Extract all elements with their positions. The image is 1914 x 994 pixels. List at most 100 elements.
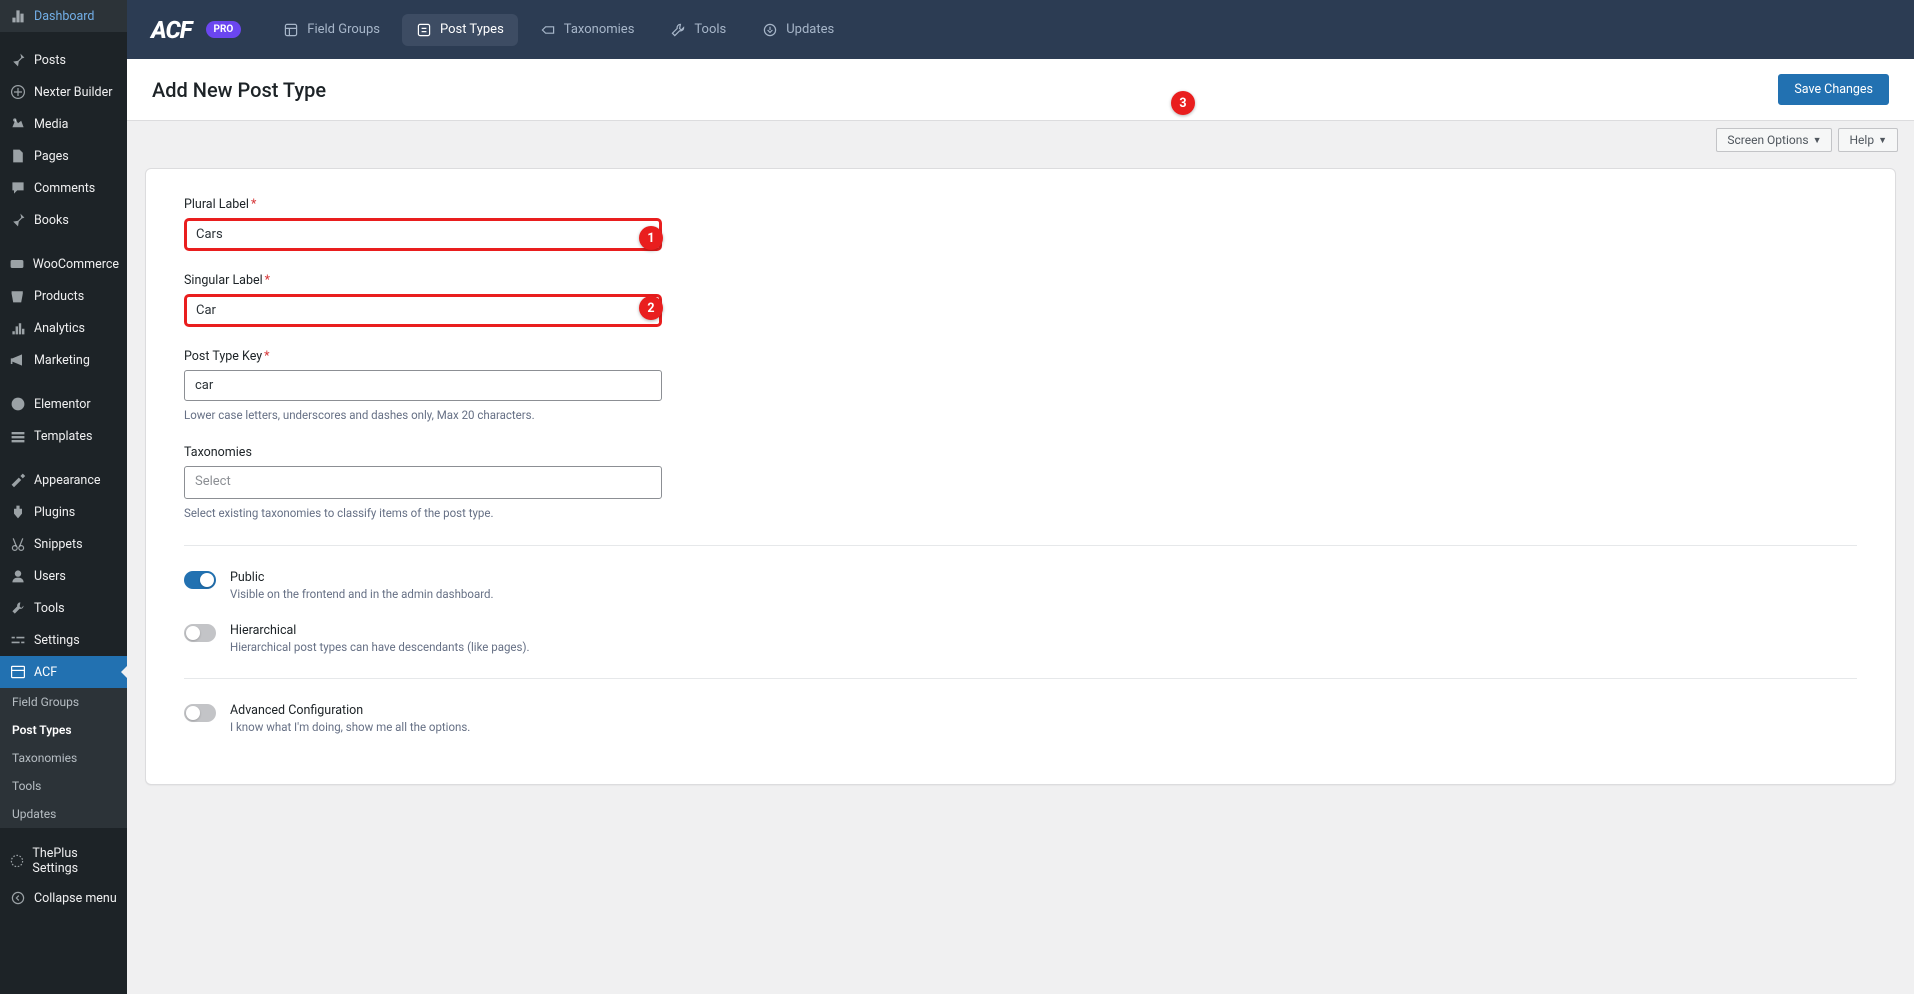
main-area: ACF PRO Field Groups Post Types Taxonomi…	[127, 0, 1914, 994]
pin-icon	[8, 210, 28, 230]
page-header: Add New Post Type Save Changes 3	[127, 59, 1914, 121]
form-panel: Plural Label* 1 Singular Label* 2 Post T…	[145, 168, 1896, 785]
save-changes-button[interactable]: Save Changes	[1778, 74, 1889, 105]
screen-options-button[interactable]: Screen Options▼	[1716, 128, 1832, 152]
label-text: Post Type Key	[184, 349, 262, 364]
sidebar-item-tools[interactable]: Tools	[0, 592, 127, 624]
singular-label-label: Singular Label*	[184, 273, 662, 288]
taxonomies-select[interactable]: Select	[184, 466, 662, 499]
post-type-key-input[interactable]	[184, 370, 662, 401]
plugins-icon	[8, 502, 28, 522]
label-text: Singular Label	[184, 273, 263, 288]
sidebar-label: Media	[34, 117, 68, 132]
singular-label-input[interactable]	[184, 294, 662, 327]
tools-icon	[8, 598, 28, 618]
tab-updates[interactable]: Updates	[748, 14, 848, 46]
advanced-toggle[interactable]	[184, 704, 216, 722]
sidebar-label: Posts	[34, 53, 66, 68]
toggle-hierarchical: Hierarchical Hierarchical post types can…	[184, 623, 1857, 654]
sidebar-item-acf[interactable]: ACF	[0, 656, 127, 688]
submenu-label: Updates	[12, 807, 56, 821]
utility-row: Screen Options▼ Help ▼	[127, 121, 1914, 152]
sidebar-item-products[interactable]: Products	[0, 280, 127, 312]
sidebar-item-templates[interactable]: Templates	[0, 420, 127, 452]
tab-label: Updates	[786, 22, 834, 37]
sidebar-item-snippets[interactable]: Snippets	[0, 528, 127, 560]
tab-post-types[interactable]: Post Types	[402, 14, 518, 46]
analytics-icon	[8, 318, 28, 338]
taxonomies-help-text: Select existing taxonomies to classify i…	[184, 505, 662, 521]
updates-icon	[762, 22, 778, 38]
product-icon	[8, 286, 28, 306]
sidebar-item-settings[interactable]: Settings	[0, 624, 127, 656]
woo-icon	[8, 254, 27, 274]
sidebar-label: ACF	[34, 665, 57, 680]
tools-icon	[670, 22, 686, 38]
submenu-post-types[interactable]: Post Types	[0, 716, 127, 744]
submenu-field-groups[interactable]: Field Groups	[0, 688, 127, 716]
dashboard-icon	[8, 6, 28, 26]
admin-sidebar: Dashboard Posts Nexter Builder Media Pag…	[0, 0, 127, 994]
field-plural-label: Plural Label*	[184, 197, 662, 251]
tab-field-groups[interactable]: Field Groups	[269, 14, 394, 46]
sidebar-item-collapse[interactable]: Collapse menu	[0, 882, 127, 914]
page-icon	[8, 146, 28, 166]
marketing-icon	[8, 350, 28, 370]
chevron-down-icon: ▼	[1878, 135, 1887, 146]
annotation-badge-1: 1	[639, 226, 663, 250]
sidebar-item-pages[interactable]: Pages	[0, 140, 127, 172]
templates-icon	[8, 426, 28, 446]
public-toggle[interactable]	[184, 571, 216, 589]
submenu-tools[interactable]: Tools	[0, 772, 127, 800]
required-marker: *	[264, 349, 269, 364]
sidebar-item-comments[interactable]: Comments	[0, 172, 127, 204]
field-groups-icon	[283, 22, 299, 38]
snippets-icon	[8, 534, 28, 554]
help-button[interactable]: Help ▼	[1838, 128, 1898, 152]
util-label: Help	[1849, 133, 1874, 147]
tab-label: Tools	[694, 22, 726, 37]
sidebar-label: Settings	[34, 633, 80, 648]
chevron-down-icon: ▼	[1813, 135, 1822, 146]
divider	[184, 678, 1857, 679]
acf-topbar: ACF PRO Field Groups Post Types Taxonomi…	[127, 0, 1914, 59]
sidebar-label: ThePlus Settings	[32, 846, 119, 876]
plural-label-input[interactable]	[184, 218, 662, 251]
key-help-text: Lower case letters, underscores and dash…	[184, 407, 662, 423]
sidebar-item-books[interactable]: Books	[0, 204, 127, 236]
tab-taxonomies[interactable]: Taxonomies	[526, 14, 649, 46]
sidebar-item-analytics[interactable]: Analytics	[0, 312, 127, 344]
post-types-icon	[416, 22, 432, 38]
sidebar-item-nexter[interactable]: Nexter Builder	[0, 76, 127, 108]
sidebar-item-posts[interactable]: Posts	[0, 44, 127, 76]
required-marker: *	[265, 273, 270, 288]
sidebar-label: Appearance	[34, 473, 101, 488]
label-text: Plural Label	[184, 197, 249, 212]
sidebar-label: Products	[34, 289, 84, 304]
sidebar-item-elementor[interactable]: Elementor	[0, 388, 127, 420]
sidebar-item-dashboard[interactable]: Dashboard	[0, 0, 127, 32]
sidebar-item-woocommerce[interactable]: WooCommerce	[0, 248, 127, 280]
taxonomies-label: Taxonomies	[184, 445, 662, 460]
sidebar-item-media[interactable]: Media	[0, 108, 127, 140]
sidebar-item-theplus[interactable]: ThePlus Settings	[0, 840, 127, 882]
hierarchical-toggle[interactable]	[184, 624, 216, 642]
tab-tools[interactable]: Tools	[656, 14, 740, 46]
public-toggle-label: Public	[230, 570, 494, 585]
advanced-toggle-label: Advanced Configuration	[230, 703, 470, 718]
page-title: Add New Post Type	[152, 78, 326, 102]
sidebar-item-users[interactable]: Users	[0, 560, 127, 592]
users-icon	[8, 566, 28, 586]
submenu-updates[interactable]: Updates	[0, 800, 127, 828]
nexter-icon	[8, 82, 28, 102]
sidebar-label: Plugins	[34, 505, 75, 520]
advanced-toggle-desc: I know what I'm doing, show me all the o…	[230, 720, 470, 734]
sidebar-item-appearance[interactable]: Appearance	[0, 464, 127, 496]
sidebar-item-marketing[interactable]: Marketing	[0, 344, 127, 376]
acf-logo: ACF	[151, 16, 192, 44]
submenu-taxonomies[interactable]: Taxonomies	[0, 744, 127, 772]
field-taxonomies: Taxonomies Select Select existing taxono…	[184, 445, 662, 521]
media-icon	[8, 114, 28, 134]
sidebar-label: Nexter Builder	[34, 85, 112, 100]
sidebar-item-plugins[interactable]: Plugins	[0, 496, 127, 528]
